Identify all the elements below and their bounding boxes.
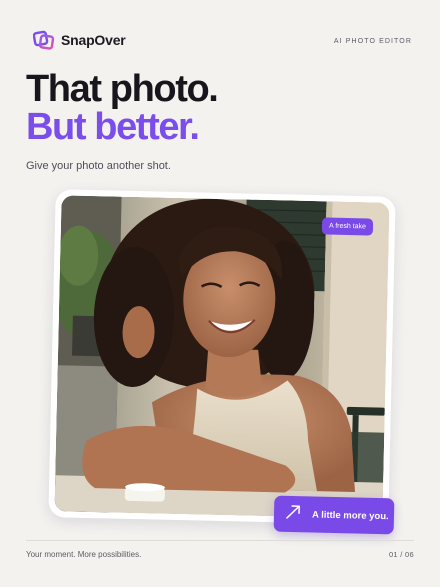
headline-line-1: That photo. (26, 68, 219, 110)
brand-logo[interactable]: SnapOver (32, 30, 126, 50)
hero-headline: That photo. But better. (26, 68, 219, 148)
portrait-photo (54, 195, 390, 519)
brand-name: SnapOver (61, 32, 126, 48)
stacked-photos-icon (32, 30, 55, 50)
hero-subline: Give your photo another shot. (26, 160, 171, 172)
little-more-you-chip[interactable]: A little more you. (273, 495, 395, 535)
photo-card[interactable] (48, 189, 396, 525)
chip-bottom-label: A little more you. (311, 509, 389, 522)
arrow-up-right-icon (284, 502, 303, 525)
page-indicator: 01 / 06 (388, 550, 414, 559)
app-tagline: AI PHOTO EDITOR (333, 38, 412, 45)
headline-line-2: But better. (26, 106, 200, 148)
fresh-take-chip[interactable]: A fresh take (321, 217, 374, 236)
footer-caption: Your moment. More possibilities. (26, 550, 142, 559)
footer-divider (26, 540, 414, 541)
